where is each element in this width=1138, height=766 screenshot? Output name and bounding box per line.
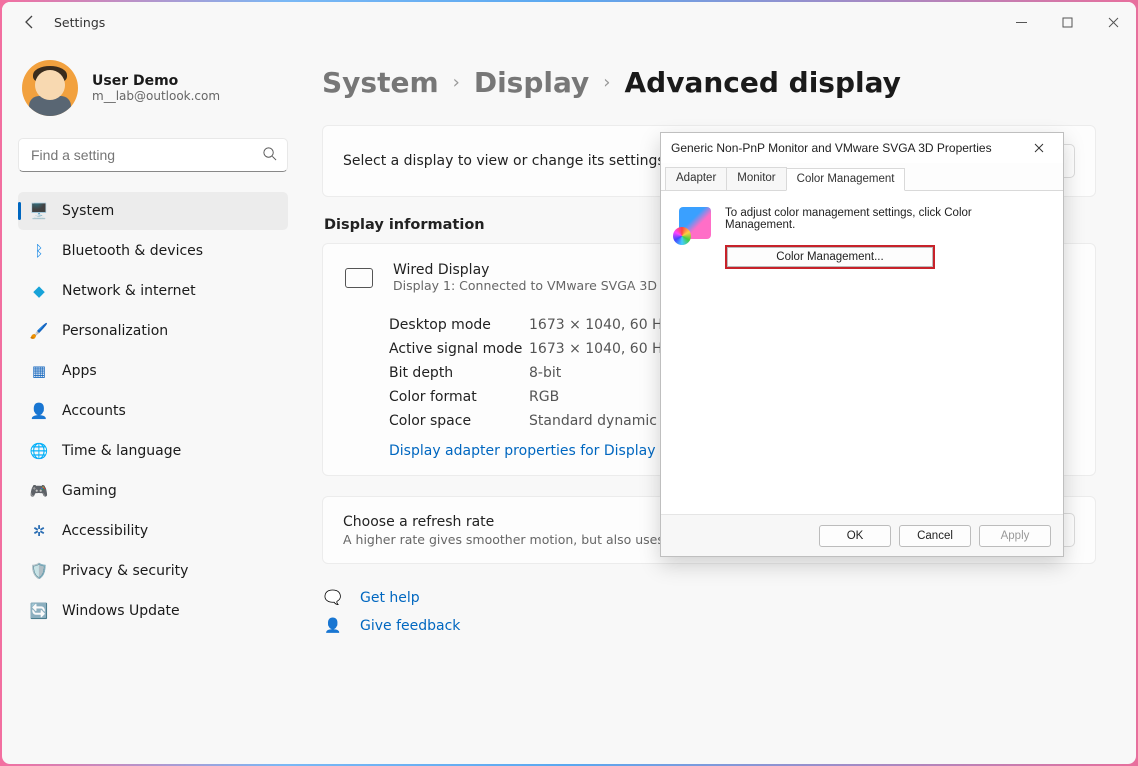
gamepad-icon: 🎮 xyxy=(30,482,48,500)
person-icon: 👤 xyxy=(30,402,48,420)
settings-window: Settings User Demo m__lab@outlook.com xyxy=(2,2,1136,764)
dialog-title-text: Generic Non-PnP Monitor and VMware SVGA … xyxy=(671,141,992,155)
dialog-body-text: To adjust color management settings, cli… xyxy=(725,207,1045,231)
shield-icon: 🛡️ xyxy=(30,562,48,580)
nav-personalization[interactable]: 🖌️ Personalization xyxy=(18,312,288,350)
sidebar: User Demo m__lab@outlook.com 🖥️ System ᛒ… xyxy=(2,42,302,764)
nav-gaming[interactable]: 🎮 Gaming xyxy=(18,472,288,510)
nav-list: 🖥️ System ᛒ Bluetooth & devices ◆ Networ… xyxy=(18,190,302,632)
search-box[interactable] xyxy=(18,138,288,172)
arrow-left-icon xyxy=(22,14,38,30)
display-name: Wired Display xyxy=(393,262,657,278)
clock-icon: 🌐 xyxy=(30,442,48,460)
ok-button[interactable]: OK xyxy=(819,525,891,547)
select-display-text: Select a display to view or change its s… xyxy=(343,153,665,169)
update-icon: 🔄 xyxy=(30,602,48,620)
nav-system[interactable]: 🖥️ System xyxy=(18,192,288,230)
nav-label: Accounts xyxy=(62,403,126,419)
footer-links: 🗨️ Get help 👤 Give feedback xyxy=(322,584,1096,640)
nav-apps[interactable]: ▦ Apps xyxy=(18,352,288,390)
nav-label: Time & language xyxy=(62,443,181,459)
dialog-titlebar[interactable]: Generic Non-PnP Monitor and VMware SVGA … xyxy=(661,133,1063,163)
display-sub: Display 1: Connected to VMware SVGA 3D xyxy=(393,278,657,293)
help-icon: 🗨️ xyxy=(322,590,344,606)
user-email: m__lab@outlook.com xyxy=(92,89,220,103)
minimize-button[interactable] xyxy=(998,2,1044,42)
apply-button[interactable]: Apply xyxy=(979,525,1051,547)
apps-icon: ▦ xyxy=(30,362,48,380)
breadcrumb-system[interactable]: System xyxy=(322,66,439,99)
minimize-icon xyxy=(1016,17,1027,28)
nav-label: Personalization xyxy=(62,323,168,339)
back-button[interactable] xyxy=(10,2,50,42)
give-feedback-row[interactable]: 👤 Give feedback xyxy=(322,612,1096,640)
dialog-tabs: Adapter Monitor Color Management xyxy=(661,163,1063,191)
window-title: Settings xyxy=(54,15,105,30)
nav-bluetooth[interactable]: ᛒ Bluetooth & devices xyxy=(18,232,288,270)
bluetooth-icon: ᛒ xyxy=(30,242,48,260)
accessibility-icon: ✲ xyxy=(30,522,48,540)
dialog-buttons: OK Cancel Apply xyxy=(661,514,1063,556)
nav-label: System xyxy=(62,203,114,219)
close-button[interactable] xyxy=(1090,2,1136,42)
brush-icon: 🖌️ xyxy=(30,322,48,340)
nav-label: Accessibility xyxy=(62,523,148,539)
nav-label: Windows Update xyxy=(62,603,180,619)
user-name: User Demo xyxy=(92,73,220,89)
nav-label: Privacy & security xyxy=(62,563,188,579)
nav-label: Gaming xyxy=(62,483,117,499)
nav-label: Apps xyxy=(62,363,97,379)
adapter-properties-link[interactable]: Display adapter properties for Display 1 xyxy=(389,443,669,459)
chevron-right-icon: › xyxy=(453,72,460,93)
titlebar: Settings xyxy=(2,2,1136,42)
nav-time[interactable]: 🌐 Time & language xyxy=(18,432,288,470)
nav-accounts[interactable]: 👤 Accounts xyxy=(18,392,288,430)
dialog-body: To adjust color management settings, cli… xyxy=(661,191,1063,514)
color-management-icon xyxy=(679,207,711,239)
tab-color-management[interactable]: Color Management xyxy=(786,168,906,191)
close-icon xyxy=(1034,143,1044,153)
chevron-right-icon: › xyxy=(603,72,610,93)
give-feedback-link[interactable]: Give feedback xyxy=(360,618,460,634)
tab-adapter[interactable]: Adapter xyxy=(665,167,727,190)
maximize-icon xyxy=(1062,17,1073,28)
feedback-icon: 👤 xyxy=(322,618,344,634)
search-input[interactable] xyxy=(29,146,262,164)
wifi-icon: ◆ xyxy=(30,282,48,300)
nav-update[interactable]: 🔄 Windows Update xyxy=(18,592,288,630)
nav-accessibility[interactable]: ✲ Accessibility xyxy=(18,512,288,550)
close-icon xyxy=(1108,17,1119,28)
window-controls xyxy=(998,2,1136,42)
dialog-close-button[interactable] xyxy=(1025,137,1053,159)
user-block[interactable]: User Demo m__lab@outlook.com xyxy=(18,42,302,136)
cancel-button[interactable]: Cancel xyxy=(899,525,971,547)
nav-label: Bluetooth & devices xyxy=(62,243,203,259)
breadcrumb-current: Advanced display xyxy=(624,66,900,99)
breadcrumb-display[interactable]: Display xyxy=(474,66,589,99)
nav-label: Network & internet xyxy=(62,283,196,299)
properties-dialog: Generic Non-PnP Monitor and VMware SVGA … xyxy=(660,132,1064,557)
get-help-link[interactable]: Get help xyxy=(360,590,420,606)
nav-privacy[interactable]: 🛡️ Privacy & security xyxy=(18,552,288,590)
color-management-button[interactable]: Color Management... xyxy=(725,245,935,269)
monitor-icon xyxy=(345,268,373,288)
breadcrumb: System › Display › Advanced display xyxy=(322,66,1096,99)
search-icon xyxy=(262,146,277,165)
maximize-button[interactable] xyxy=(1044,2,1090,42)
tab-monitor[interactable]: Monitor xyxy=(726,167,786,190)
display-icon: 🖥️ xyxy=(30,202,48,220)
nav-network[interactable]: ◆ Network & internet xyxy=(18,272,288,310)
get-help-row[interactable]: 🗨️ Get help xyxy=(322,584,1096,612)
avatar xyxy=(22,60,78,116)
